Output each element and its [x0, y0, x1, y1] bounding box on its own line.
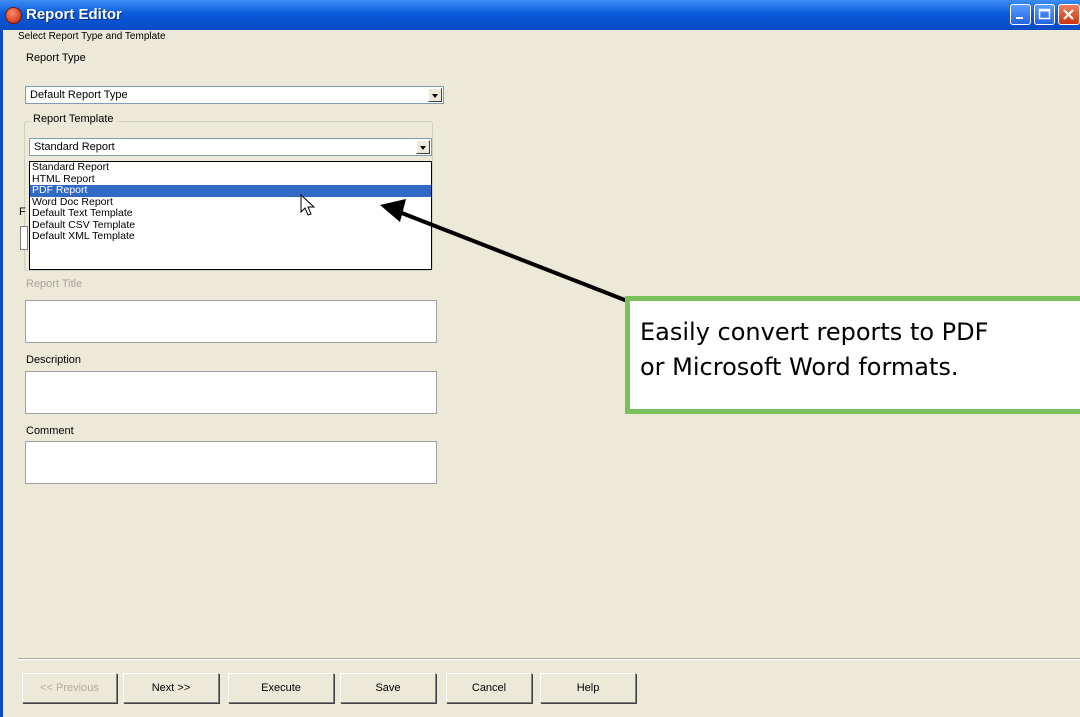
- annotation-callout: Easily convert reports to PDF or Microso…: [625, 296, 1080, 414]
- callout-line-1: Easily convert reports to PDF: [640, 318, 989, 346]
- callout-line-2: or Microsoft Word formats.: [640, 353, 959, 381]
